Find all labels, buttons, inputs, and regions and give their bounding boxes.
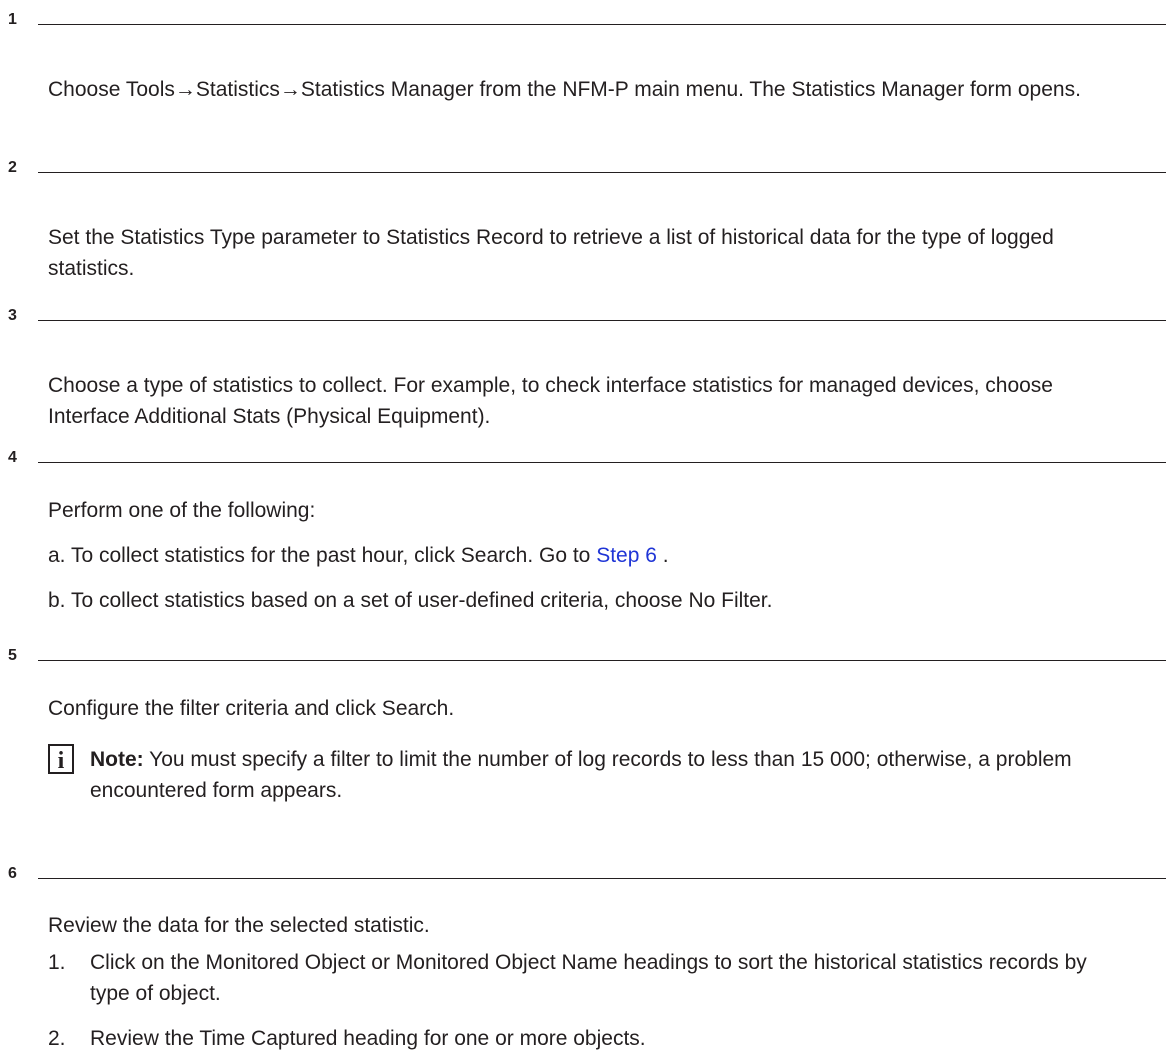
note-label: Note: — [90, 748, 144, 771]
divider — [38, 24, 1166, 25]
list-number: 1. — [48, 951, 66, 974]
step-header: 5 — [0, 636, 1166, 676]
step-number: 5 — [8, 647, 17, 664]
list-number: 2. — [48, 1027, 66, 1050]
step-header: 4 — [0, 438, 1166, 478]
note-body: You must specify a filter to limit the n… — [90, 748, 1072, 802]
step-6: 6 Review the data for the selected stati… — [0, 854, 1166, 1054]
divider — [38, 320, 1166, 321]
note: i Note: You must specify a filter to lim… — [48, 744, 1128, 806]
step-number: 6 — [8, 865, 17, 882]
step-2: 2 Set the Statistics Type parameter to S… — [0, 148, 1166, 284]
step-header: 2 — [0, 148, 1166, 188]
step-3: 3 Choose a type of statistics to collect… — [0, 296, 1166, 432]
option-a-end: . — [656, 544, 669, 567]
divider — [38, 660, 1166, 661]
step-number: 4 — [8, 449, 17, 466]
step-number: 3 — [8, 307, 17, 324]
step-5: 5 Configure the filter criteria and clic… — [0, 636, 1166, 814]
step-text: Review the data for the selected statist… — [48, 914, 430, 937]
step-header: 6 — [0, 854, 1166, 894]
note-text: Note: You must specify a filter to limit… — [90, 744, 1128, 806]
option-a-text: a. To collect statistics for the past ho… — [48, 544, 597, 567]
step-text: Choose a type of statistics to collect. … — [48, 374, 1053, 428]
option-a: a. To collect statistics for the past ho… — [0, 540, 1166, 571]
step-text: Configure the filter criteria and click … — [48, 697, 455, 720]
divider — [38, 172, 1166, 173]
divider — [38, 878, 1166, 879]
step-header: 3 — [0, 296, 1166, 336]
info-icon: i — [48, 744, 74, 774]
step-text: Choose Tools→Statistics→Statistics Manag… — [48, 78, 1081, 101]
step-number: 1 — [8, 11, 17, 28]
list-item: 2. Review the Time Captured heading for … — [0, 1023, 1166, 1054]
step-header: 1 — [0, 0, 1166, 40]
step-text: Set the Statistics Type parameter to Sta… — [48, 226, 1054, 280]
step-intro: Perform one of the following: — [48, 499, 316, 522]
note-box: i Note: You must specify a filter to lim… — [0, 744, 1166, 814]
option-b: b. To collect statistics based on a set … — [48, 589, 773, 612]
step-number: 2 — [8, 159, 17, 176]
list-item: 1. Click on the Monitored Object or Moni… — [0, 947, 1166, 1009]
step-6-link[interactable]: Step 6 — [596, 544, 657, 567]
divider — [38, 462, 1166, 463]
list-text: Click on the Monitored Object or Monitor… — [90, 951, 1087, 1005]
step-4: 4 Perform one of the following: a. To co… — [0, 438, 1166, 616]
step-1: 1 Choose Tools→Statistics→Statistics Man… — [0, 0, 1166, 105]
